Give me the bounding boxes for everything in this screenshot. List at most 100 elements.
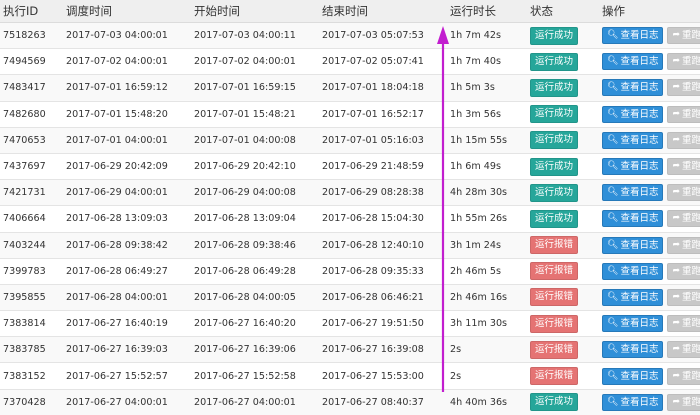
view-log-label: 查看日志 bbox=[620, 213, 659, 225]
rerun-button[interactable]: ➦ 重跑 bbox=[667, 210, 700, 228]
view-log-button[interactable]: 🔍︎ 查看日志 bbox=[602, 262, 664, 280]
table-row: 7494569 2017-07-02 04:00:01 2017-07-02 04:… bbox=[0, 48, 700, 75]
view-log-button[interactable]: 🔍︎ 查看日志 bbox=[602, 288, 664, 306]
rerun-button[interactable]: ➦ 重跑 bbox=[667, 367, 700, 385]
rerun-button[interactable]: ➦ 重跑 bbox=[667, 341, 700, 359]
view-log-button[interactable]: 🔍︎ 查看日志 bbox=[602, 315, 664, 333]
cell-status: 运行成功 bbox=[526, 205, 598, 232]
cell-status: 运行报错 bbox=[526, 336, 598, 363]
col-status[interactable]: 状态 bbox=[526, 0, 598, 23]
search-icon: 🔍︎ bbox=[607, 161, 619, 172]
rerun-button[interactable]: ➦ 重跑 bbox=[667, 158, 700, 176]
table-row: 7482680 2017-07-01 15:48:20 2017-07-01 15:… bbox=[0, 100, 700, 128]
cell-duration: 4h 28m 30s bbox=[446, 179, 526, 206]
cell-end-time: 2017-06-27 15:53:00 bbox=[318, 362, 446, 390]
view-log-button[interactable]: 🔍︎ 查看日志 bbox=[602, 27, 664, 45]
table-row: 7383785 2017-06-27 16:39:03 2017-06-27 16:… bbox=[0, 336, 700, 363]
view-log-label: 查看日志 bbox=[620, 82, 659, 94]
view-log-label: 查看日志 bbox=[620, 30, 659, 42]
rerun-button[interactable]: ➦ 重跑 bbox=[667, 288, 700, 306]
view-log-button[interactable]: 🔍︎ 查看日志 bbox=[602, 367, 664, 385]
view-log-button[interactable]: 🔍︎ 查看日志 bbox=[602, 393, 664, 411]
rerun-button[interactable]: ➦ 重跑 bbox=[667, 236, 700, 254]
status-badge: 运行报错 bbox=[530, 236, 579, 255]
cell-duration: 1h 15m 55s bbox=[446, 126, 526, 154]
cell-end-time: 2017-07-03 05:07:53 bbox=[318, 21, 446, 49]
rerun-label: 重跑 bbox=[682, 108, 700, 120]
cell-duration: 2s bbox=[446, 362, 526, 390]
view-log-label: 查看日志 bbox=[620, 239, 659, 251]
cell-scheduled-time: 2017-06-29 04:00:01 bbox=[62, 179, 190, 206]
share-arrow-icon: ➦ bbox=[672, 134, 680, 145]
view-log-button[interactable]: 🔍︎ 查看日志 bbox=[602, 105, 664, 123]
table-row: 7383814 2017-06-27 16:40:19 2017-06-27 16:… bbox=[0, 310, 700, 337]
cell-start-time: 2017-06-29 20:42:10 bbox=[190, 152, 318, 180]
cell-status: 运行成功 bbox=[526, 152, 598, 180]
status-badge: 运行报错 bbox=[530, 314, 579, 333]
cell-duration: 1h 7m 42s bbox=[446, 21, 526, 49]
cell-execution-id: 7406664 bbox=[0, 205, 62, 232]
cell-actions: 🔍︎ 查看日志 ➦ 重跑 bbox=[598, 100, 700, 128]
rerun-button[interactable]: ➦ 重跑 bbox=[667, 393, 700, 411]
cell-duration: 3h 1m 24s bbox=[446, 231, 526, 259]
cell-status: 运行成功 bbox=[526, 48, 598, 75]
cell-scheduled-time: 2017-07-01 15:48:20 bbox=[62, 100, 190, 128]
cell-status: 运行成功 bbox=[526, 21, 598, 49]
cell-execution-id: 7383814 bbox=[0, 310, 62, 337]
share-arrow-icon: ➦ bbox=[672, 239, 680, 250]
cell-scheduled-time: 2017-06-29 20:42:09 bbox=[62, 152, 190, 180]
share-arrow-icon: ➦ bbox=[672, 213, 680, 224]
rerun-button[interactable]: ➦ 重跑 bbox=[667, 105, 700, 123]
cell-scheduled-time: 2017-07-02 04:00:01 bbox=[62, 48, 190, 75]
rerun-button[interactable]: ➦ 重跑 bbox=[667, 79, 700, 97]
cell-start-time: 2017-06-27 16:40:20 bbox=[190, 310, 318, 337]
cell-status: 运行成功 bbox=[526, 100, 598, 128]
view-log-button[interactable]: 🔍︎ 查看日志 bbox=[602, 79, 664, 97]
cell-scheduled-time: 2017-07-03 04:00:01 bbox=[62, 21, 190, 49]
col-scheduled-time[interactable]: 调度时间 bbox=[62, 0, 190, 23]
cell-actions: 🔍︎ 查看日志 ➦ 重跑 bbox=[598, 126, 700, 154]
col-start-time[interactable]: 开始时间 bbox=[190, 0, 318, 23]
cell-duration: 1h 6m 49s bbox=[446, 152, 526, 180]
status-badge: 运行成功 bbox=[530, 209, 579, 228]
search-icon: 🔍︎ bbox=[607, 396, 619, 407]
view-log-button[interactable]: 🔍︎ 查看日志 bbox=[602, 236, 664, 254]
cell-start-time: 2017-06-28 04:00:05 bbox=[190, 283, 318, 311]
status-badge: 运行成功 bbox=[530, 52, 579, 71]
view-log-button[interactable]: 🔍︎ 查看日志 bbox=[602, 210, 664, 228]
search-icon: 🔍︎ bbox=[607, 318, 619, 329]
view-log-label: 查看日志 bbox=[620, 134, 659, 146]
cell-end-time: 2017-07-01 18:04:18 bbox=[318, 74, 446, 102]
rerun-button[interactable]: ➦ 重跑 bbox=[667, 262, 700, 280]
view-log-button[interactable]: 🔍︎ 查看日志 bbox=[602, 184, 664, 202]
cell-end-time: 2017-06-29 08:28:38 bbox=[318, 179, 446, 206]
cell-scheduled-time: 2017-07-01 16:59:12 bbox=[62, 74, 190, 102]
search-icon: 🔍︎ bbox=[607, 134, 619, 145]
view-log-button[interactable]: 🔍︎ 查看日志 bbox=[602, 131, 664, 149]
cell-start-time: 2017-07-01 04:00:08 bbox=[190, 126, 318, 154]
view-log-button[interactable]: 🔍︎ 查看日志 bbox=[602, 158, 664, 176]
rerun-label: 重跑 bbox=[682, 344, 700, 356]
share-arrow-icon: ➦ bbox=[672, 161, 680, 172]
view-log-button[interactable]: 🔍︎ 查看日志 bbox=[602, 341, 664, 359]
rerun-button[interactable]: ➦ 重跑 bbox=[667, 53, 700, 71]
cell-status: 运行成功 bbox=[526, 388, 598, 415]
col-execution-id[interactable]: 执行ID bbox=[0, 0, 62, 23]
cell-scheduled-time: 2017-06-27 16:39:03 bbox=[62, 336, 190, 363]
cell-actions: 🔍︎ 查看日志 ➦ 重跑 bbox=[598, 74, 700, 102]
col-end-time[interactable]: 结束时间 bbox=[318, 0, 446, 23]
rerun-button[interactable]: ➦ 重跑 bbox=[667, 27, 700, 45]
search-icon: 🔍︎ bbox=[607, 291, 619, 302]
status-badge: 运行报错 bbox=[530, 288, 579, 307]
status-badge: 运行成功 bbox=[530, 393, 579, 412]
rerun-label: 重跑 bbox=[682, 82, 700, 94]
status-badge: 运行成功 bbox=[530, 78, 579, 97]
rerun-button[interactable]: ➦ 重跑 bbox=[667, 315, 700, 333]
rerun-button[interactable]: ➦ 重跑 bbox=[667, 131, 700, 149]
cell-start-time: 2017-07-01 16:59:15 bbox=[190, 74, 318, 102]
view-log-button[interactable]: 🔍︎ 查看日志 bbox=[602, 53, 664, 71]
col-duration[interactable]: 运行时长 bbox=[446, 0, 526, 23]
cell-execution-id: 7383785 bbox=[0, 336, 62, 363]
rerun-button[interactable]: ➦ 重跑 bbox=[667, 184, 700, 202]
share-arrow-icon: ➦ bbox=[672, 56, 680, 67]
